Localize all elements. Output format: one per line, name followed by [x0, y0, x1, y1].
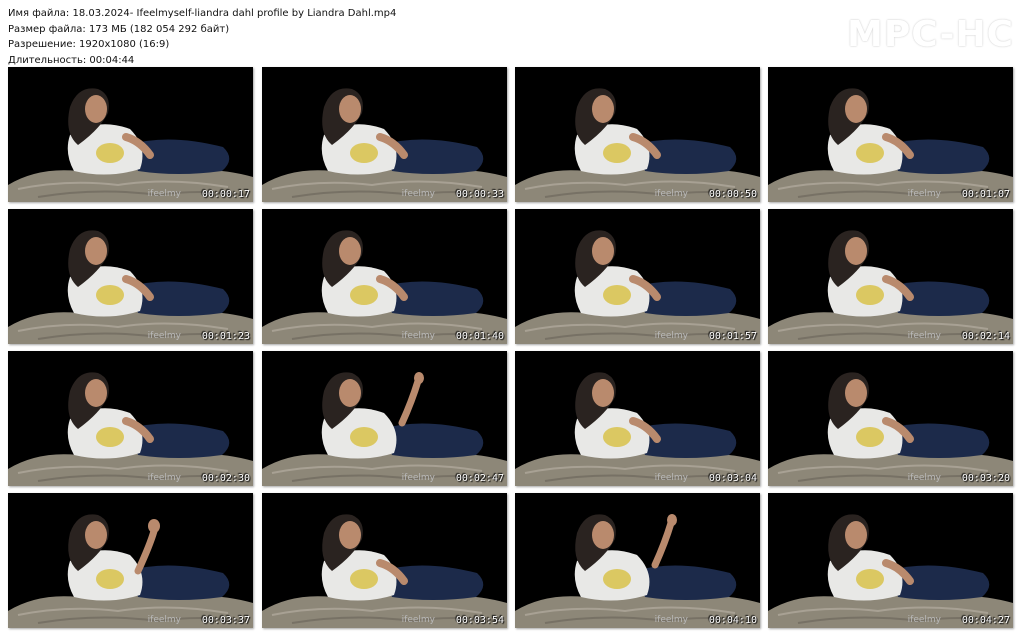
- thumbnail-timestamp: 00:03:37: [201, 615, 250, 626]
- video-frame: [768, 209, 1013, 344]
- video-thumbnail: ifeelmy 00:03:54: [262, 493, 507, 628]
- watermark-text: ifeelmy: [907, 615, 941, 625]
- thumbnail-timestamp: 00:00:33: [455, 189, 504, 200]
- thumbnail-timestamp: 00:02:47: [455, 473, 504, 484]
- watermark-text: ifeelmy: [401, 189, 435, 199]
- video-thumbnail: ifeelmy 00:04:10: [515, 493, 760, 628]
- thumbnail-timestamp: 00:03:20: [961, 473, 1010, 484]
- watermark-text: ifeelmy: [147, 331, 181, 341]
- video-thumbnail: ifeelmy 00:00:33: [262, 67, 507, 202]
- video-frame: [262, 493, 507, 628]
- video-frame: [768, 493, 1013, 628]
- video-frame: [515, 209, 760, 344]
- video-frame: [262, 209, 507, 344]
- watermark-text: ifeelmy: [654, 615, 688, 625]
- video-frame: [515, 351, 760, 486]
- video-frame: [8, 67, 253, 202]
- thumbnail-grid: ifeelmy 00:00:17 ifeelmy 00:00:33 ifeelm…: [0, 0, 1024, 636]
- video-frame: [262, 351, 507, 486]
- thumbnail-timestamp: 00:01:40: [455, 331, 504, 342]
- thumbnail-timestamp: 00:01:57: [708, 331, 757, 342]
- video-thumbnail: ifeelmy 00:01:23: [8, 209, 253, 344]
- video-frame: [8, 351, 253, 486]
- video-thumbnail: ifeelmy 00:02:30: [8, 351, 253, 486]
- watermark-text: ifeelmy: [654, 331, 688, 341]
- video-frame: [8, 493, 253, 628]
- thumbnail-timestamp: 00:04:10: [708, 615, 757, 626]
- video-thumbnail: ifeelmy 00:00:17: [8, 67, 253, 202]
- video-thumbnail: ifeelmy 00:03:04: [515, 351, 760, 486]
- thumbnail-timestamp: 00:01:23: [201, 331, 250, 342]
- video-thumbnail: ifeelmy 00:01:57: [515, 209, 760, 344]
- watermark-text: ifeelmy: [147, 615, 181, 625]
- thumbnail-timestamp: 00:00:50: [708, 189, 757, 200]
- thumbnail-timestamp: 00:02:30: [201, 473, 250, 484]
- video-thumbnail: ifeelmy 00:00:50: [515, 67, 760, 202]
- watermark-text: ifeelmy: [654, 473, 688, 483]
- video-thumbnail: ifeelmy 00:01:07: [768, 67, 1013, 202]
- video-frame: [262, 67, 507, 202]
- watermark-text: ifeelmy: [654, 189, 688, 199]
- thumbnail-timestamp: 00:01:07: [961, 189, 1010, 200]
- video-thumbnail: ifeelmy 00:02:47: [262, 351, 507, 486]
- video-frame: [768, 351, 1013, 486]
- video-thumbnail: ifeelmy 00:02:14: [768, 209, 1013, 344]
- video-frame: [515, 493, 760, 628]
- video-thumbnail: ifeelmy 00:01:40: [262, 209, 507, 344]
- thumbnail-timestamp: 00:04:27: [961, 615, 1010, 626]
- watermark-text: ifeelmy: [147, 473, 181, 483]
- watermark-text: ifeelmy: [401, 615, 435, 625]
- thumbnail-timestamp: 00:03:04: [708, 473, 757, 484]
- watermark-text: ifeelmy: [147, 189, 181, 199]
- video-frame: [8, 209, 253, 344]
- watermark-text: ifeelmy: [907, 331, 941, 341]
- thumbnail-timestamp: 00:02:14: [961, 331, 1010, 342]
- video-thumbnail: ifeelmy 00:03:37: [8, 493, 253, 628]
- thumbnail-timestamp: 00:03:54: [455, 615, 504, 626]
- watermark-text: ifeelmy: [401, 473, 435, 483]
- watermark-text: ifeelmy: [907, 473, 941, 483]
- watermark-text: ifeelmy: [907, 189, 941, 199]
- thumbnail-timestamp: 00:00:17: [201, 189, 250, 200]
- video-frame: [768, 67, 1013, 202]
- video-thumbnail: ifeelmy 00:03:20: [768, 351, 1013, 486]
- watermark-text: ifeelmy: [401, 331, 435, 341]
- video-frame: [515, 67, 760, 202]
- video-thumbnail: ifeelmy 00:04:27: [768, 493, 1013, 628]
